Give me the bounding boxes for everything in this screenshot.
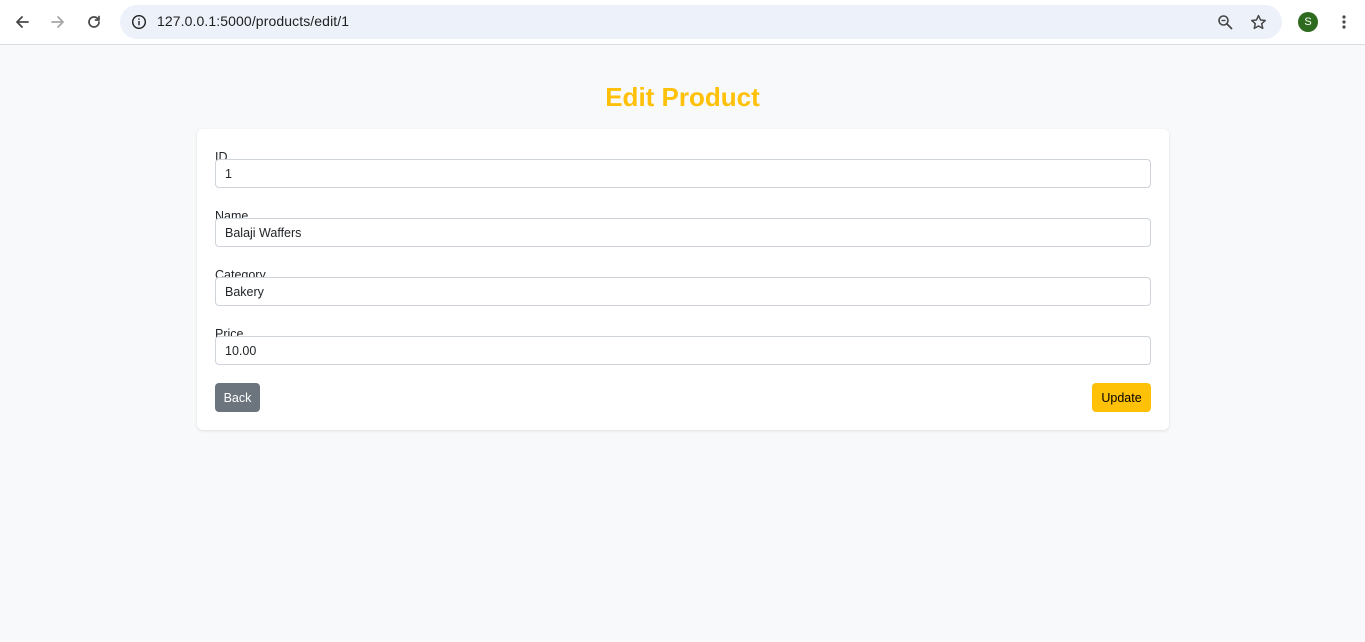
category-field-group: Category bbox=[215, 268, 1151, 306]
id-field-group: ID bbox=[215, 150, 1151, 188]
back-button[interactable]: Back bbox=[215, 383, 260, 412]
zoom-button[interactable] bbox=[1214, 11, 1236, 33]
back-nav-button[interactable] bbox=[8, 8, 36, 36]
profile-avatar[interactable]: S bbox=[1298, 12, 1318, 32]
price-field-group: Price bbox=[215, 327, 1151, 365]
bookmark-button[interactable] bbox=[1247, 11, 1269, 33]
edit-product-form: ID Name Category Price Back Update bbox=[197, 129, 1169, 430]
price-input[interactable] bbox=[215, 336, 1151, 365]
star-icon bbox=[1250, 14, 1266, 29]
id-input[interactable] bbox=[215, 159, 1151, 188]
site-info-button[interactable] bbox=[128, 11, 150, 33]
avatar-initial: S bbox=[1304, 16, 1312, 28]
arrow-left-icon bbox=[16, 16, 29, 28]
browser-menu-button[interactable] bbox=[1333, 11, 1355, 33]
zoom-icon bbox=[1218, 15, 1233, 30]
category-input[interactable] bbox=[215, 277, 1151, 306]
update-button[interactable]: Update bbox=[1092, 383, 1151, 412]
reload-icon bbox=[88, 15, 100, 28]
name-field-group: Name bbox=[215, 209, 1151, 247]
info-icon bbox=[131, 14, 147, 30]
arrow-right-icon bbox=[51, 16, 64, 28]
browser-toolbar: 127.0.0.1:5000/products/edit/1 S bbox=[0, 0, 1365, 45]
url-text[interactable]: 127.0.0.1:5000/products/edit/1 bbox=[157, 13, 349, 29]
forward-nav-button[interactable] bbox=[44, 8, 72, 36]
name-input[interactable] bbox=[215, 218, 1151, 247]
kebab-menu-icon bbox=[1342, 15, 1346, 29]
address-bar[interactable]: 127.0.0.1:5000/products/edit/1 bbox=[120, 5, 1282, 39]
page-title: Edit Product bbox=[605, 82, 760, 112]
reload-button[interactable] bbox=[80, 8, 108, 36]
